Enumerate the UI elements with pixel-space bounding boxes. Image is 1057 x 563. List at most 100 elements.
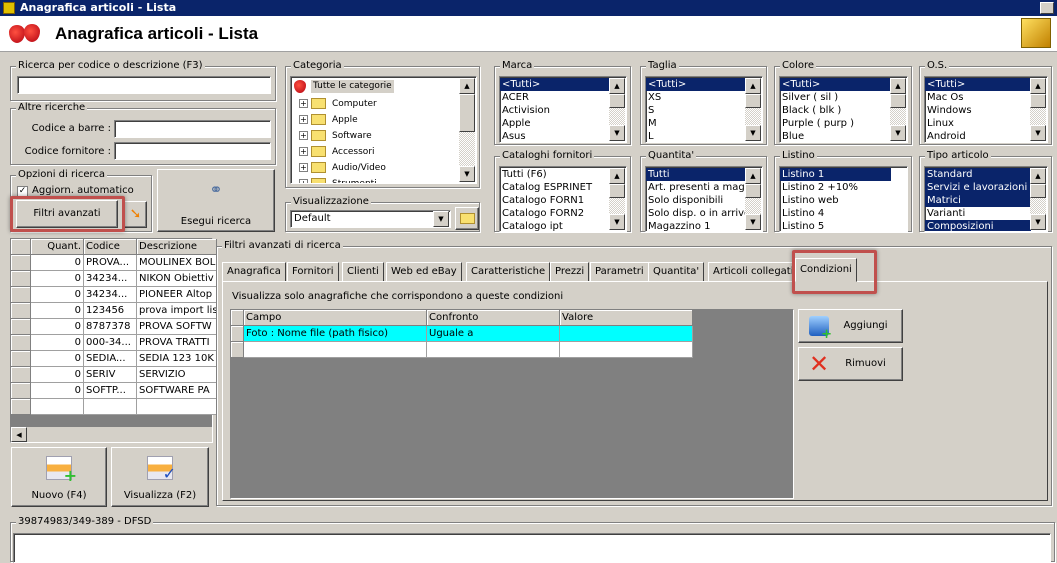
column-header[interactable]: Quant. — [31, 239, 84, 255]
tree-item[interactable]: + Computer — [299, 96, 377, 112]
tab-web-ed-ebay[interactable]: Web ed eBay — [386, 262, 462, 282]
list-option[interactable]: M — [646, 117, 746, 130]
table-cell[interactable]: SEDIA 123 10K — [137, 351, 217, 367]
list-option[interactable]: Mac Os — [925, 91, 1031, 104]
column-header[interactable]: Confronto — [427, 310, 560, 326]
list-option[interactable]: Asus — [500, 130, 610, 142]
table-cell[interactable]: 0 — [31, 335, 84, 351]
table-cell[interactable]: 0 — [31, 255, 84, 271]
condition-cell[interactable] — [560, 342, 693, 358]
condition-cell[interactable]: Foto : Nome file (path fisico) — [244, 326, 427, 342]
column-header[interactable]: Codice — [84, 239, 137, 255]
tree-item[interactable]: + Audio/Video — [299, 160, 386, 176]
open-folder-button[interactable] — [455, 207, 479, 230]
condition-cell[interactable] — [560, 326, 693, 342]
tree-root[interactable]: Tutte le categorie — [311, 80, 394, 93]
list-option[interactable]: L — [646, 130, 746, 142]
table-cell[interactable] — [31, 399, 84, 415]
chevron-down-icon[interactable]: ▼ — [433, 211, 449, 227]
list-option[interactable]: ACER — [500, 91, 610, 104]
row-header[interactable] — [11, 383, 31, 399]
list-option[interactable]: Tutti (F6) — [500, 168, 610, 181]
list-option[interactable]: Android — [925, 130, 1031, 142]
table-cell[interactable]: SOFTWARE PA — [137, 383, 217, 399]
table-cell[interactable]: 0 — [31, 367, 84, 383]
list-option[interactable]: S — [646, 104, 746, 117]
list-option[interactable]: Linux — [925, 117, 1031, 130]
filter-list[interactable]: TuttiArt. presenti a magazzinoSolo dispo… — [645, 166, 763, 232]
list-scrollbar[interactable]: ▲ ▼ — [609, 78, 625, 141]
table-cell[interactable]: SEDIA... — [84, 351, 137, 367]
list-option[interactable]: Listino 2 +10% — [780, 181, 891, 194]
tab-articoli-collegati[interactable]: Articoli collegati — [708, 262, 799, 282]
list-option[interactable]: Servizi e lavorazioni — [925, 181, 1031, 194]
horizontal-scrollbar[interactable]: ◀ — [11, 427, 212, 442]
column-header[interactable] — [11, 239, 31, 255]
conditions-grid[interactable]: Campo Confronto Valore Foto : Nome file (pa… — [230, 309, 794, 499]
table-cell[interactable]: NIKON Obiettiv — [137, 271, 217, 287]
list-option[interactable]: Listino 1 — [780, 168, 891, 181]
list-option[interactable]: Catalog ESPRINET — [500, 181, 610, 194]
view-select[interactable]: Default ▼ — [290, 210, 451, 228]
barcode-input[interactable] — [114, 120, 271, 138]
list-option[interactable]: Catalogo FORN2 — [500, 207, 610, 220]
notes-area[interactable] — [13, 533, 1051, 563]
list-option[interactable]: Catalogo FORN1 — [500, 194, 610, 207]
condition-cell[interactable] — [427, 342, 560, 358]
row-header[interactable] — [11, 287, 31, 303]
list-scrollbar[interactable]: ▲ ▼ — [890, 78, 906, 141]
table-cell[interactable]: PROVA... — [84, 255, 137, 271]
category-tree[interactable]: Tutte le categorie + Computer + Apple + Softw… — [290, 76, 477, 184]
tab-condizioni[interactable]: Condizioni — [795, 258, 857, 282]
tree-item[interactable]: + Apple — [299, 112, 358, 128]
table-cell[interactable]: 0 — [31, 303, 84, 319]
list-option[interactable]: Solo disp. o in arrivo — [646, 207, 746, 220]
row-header[interactable] — [231, 342, 244, 358]
condition-cell[interactable] — [244, 342, 427, 358]
expand-icon[interactable]: + — [299, 99, 308, 108]
row-header[interactable] — [11, 351, 31, 367]
table-cell[interactable]: PROVA SOFTW — [137, 319, 217, 335]
column-header[interactable]: Valore — [560, 310, 693, 326]
list-option[interactable]: Catalogo ipt — [500, 220, 610, 231]
tree-item[interactable]: + Software — [299, 128, 372, 144]
list-option[interactable]: Activision — [500, 104, 610, 117]
filter-list[interactable]: <Tutti> Silver ( sil ) Black ( blk ) Purple… — [779, 76, 908, 143]
articles-grid[interactable]: Quant. Codice Descrizione 0 PROVA... MOULINEX… — [10, 238, 217, 443]
list-scrollbar[interactable]: ▲ ▼ — [745, 168, 761, 230]
tab-quantita-[interactable]: Quantita' — [648, 262, 705, 282]
table-cell[interactable]: SERVIZIO — [137, 367, 217, 383]
filter-list[interactable]: Listino 1 Listino 2 +10% Listino web Listin… — [779, 166, 908, 232]
list-option[interactable]: XS — [646, 91, 746, 104]
expand-icon[interactable]: + — [299, 131, 308, 140]
table-cell[interactable] — [84, 399, 137, 415]
expand-icon[interactable]: + — [299, 163, 308, 172]
list-option[interactable]: Windows — [925, 104, 1031, 117]
row-header[interactable] — [11, 335, 31, 351]
table-cell[interactable]: 0 — [31, 319, 84, 335]
tab-parametri[interactable]: Parametri — [590, 262, 649, 282]
new-button[interactable]: + Nuovo (F4) — [11, 447, 107, 507]
table-cell[interactable] — [137, 399, 217, 415]
list-scrollbar[interactable]: ▲ ▼ — [609, 168, 625, 230]
list-option[interactable]: <Tutti> — [500, 78, 610, 91]
table-cell[interactable]: 0 — [31, 271, 84, 287]
table-cell[interactable]: PIONEER Altop — [137, 287, 217, 303]
expand-icon[interactable]: + — [299, 179, 308, 183]
column-header[interactable] — [231, 310, 244, 326]
list-scrollbar[interactable]: ▲ ▼ — [745, 78, 761, 141]
list-option[interactable]: Magazzino 1 — [646, 220, 746, 231]
table-cell[interactable]: SOFTP... — [84, 383, 137, 399]
table-cell[interactable]: MOULINEX BOL — [137, 255, 217, 271]
list-option[interactable]: <Tutti> — [780, 78, 891, 91]
list-option[interactable]: Varianti — [925, 207, 1031, 220]
filter-list[interactable]: <Tutti> Mac Os Windows Linux Android ▲ ▼ — [924, 76, 1048, 143]
run-search-button[interactable]: ⚭ Esegui ricerca — [157, 169, 275, 232]
tab-clienti[interactable]: Clienti — [342, 262, 384, 282]
table-cell[interactable]: 0 — [31, 351, 84, 367]
list-option[interactable]: Purple ( purp ) — [780, 117, 891, 130]
list-option[interactable]: <Tutti> — [925, 78, 1031, 91]
list-option[interactable]: Matrici — [925, 194, 1031, 207]
row-header[interactable] — [11, 367, 31, 383]
table-cell[interactable]: 123456 — [84, 303, 137, 319]
